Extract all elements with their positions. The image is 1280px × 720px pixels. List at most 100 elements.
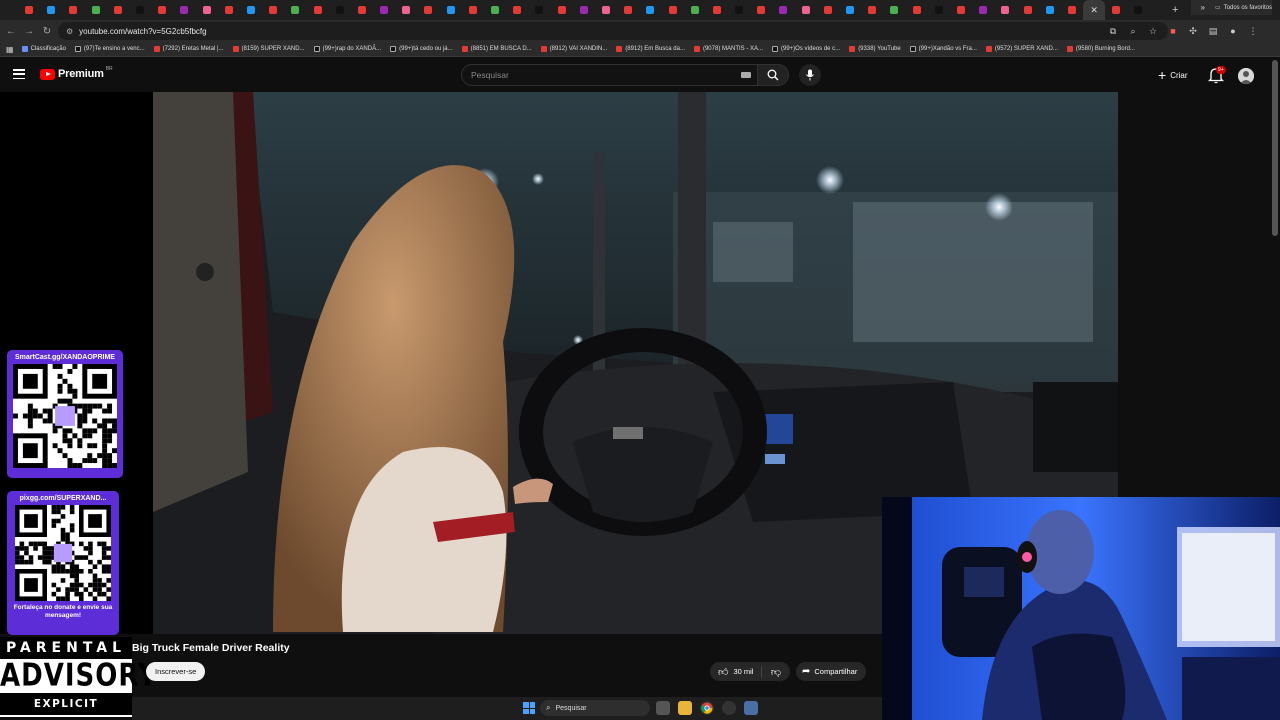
browser-tab[interactable] xyxy=(573,0,595,20)
bookmark-item[interactable]: (99+)Os vídeos de c... xyxy=(771,46,840,52)
windows-start-icon[interactable] xyxy=(523,702,535,714)
bookmark-item[interactable]: (99+)Xandão vs Fra... xyxy=(909,46,977,52)
browser-tab[interactable] xyxy=(950,0,972,20)
avatar[interactable] xyxy=(1238,68,1254,84)
browser-tab[interactable] xyxy=(817,0,839,20)
browser-tab[interactable] xyxy=(595,0,617,20)
youtube-logo[interactable]: Premium BR xyxy=(40,66,113,80)
bookmark-item[interactable]: (8851) EM BUSCA D... xyxy=(461,46,532,52)
site-info-icon[interactable]: ⚙ xyxy=(66,27,73,36)
create-button[interactable]: + Criar xyxy=(1154,66,1192,84)
menu-icon[interactable] xyxy=(13,69,25,79)
split-view-icon[interactable]: ▤ xyxy=(1206,24,1220,38)
bookmark-item[interactable]: (99+)rap do XANDÃ... xyxy=(313,46,381,52)
bookmark-item[interactable]: (8912) Em Busca da... xyxy=(616,46,685,52)
browser-tab[interactable] xyxy=(262,0,284,20)
task-view-icon[interactable] xyxy=(656,701,670,715)
share-button[interactable]: ➦ Compartilhar xyxy=(796,662,867,681)
browser-tab[interactable] xyxy=(129,0,151,20)
search-button[interactable] xyxy=(757,64,789,86)
forward-button[interactable]: → xyxy=(20,22,38,40)
browser-tab[interactable] xyxy=(395,0,417,20)
bookmark-item[interactable]: (9078) MANTIS - XA... xyxy=(693,46,763,52)
bookmark-item[interactable]: (8159) SUPER XAND... xyxy=(232,46,305,52)
bookmark-item[interactable]: Classificação xyxy=(21,46,66,52)
app-icon[interactable] xyxy=(722,701,736,715)
browser-tab[interactable] xyxy=(240,0,262,20)
browser-tab[interactable] xyxy=(462,0,484,20)
browser-tab[interactable] xyxy=(173,0,195,20)
browser-tab[interactable] xyxy=(772,0,794,20)
bookmark-item[interactable]: (99+)tá cedo ou já... xyxy=(390,46,453,52)
browser-tab[interactable] xyxy=(551,0,573,20)
address-bar[interactable]: ⚙ youtube.com/watch?v=5G2cb5fbcfg xyxy=(58,22,1168,40)
apps-grid-icon[interactable]: ▦ xyxy=(6,45,14,54)
browser-tab[interactable] xyxy=(928,0,950,20)
all-bookmarks-button[interactable]: » ▭ Todos os favoritos xyxy=(1190,0,1272,15)
like-button[interactable]: 👍︎ 30 mil xyxy=(710,665,762,678)
bookmark-item[interactable]: (9580) Burning Bord... xyxy=(1066,46,1135,52)
browser-tab[interactable] xyxy=(484,0,506,20)
voice-search-button[interactable] xyxy=(799,64,821,86)
browser-tab[interactable] xyxy=(906,0,928,20)
install-app-icon[interactable]: ⧉ xyxy=(1106,24,1120,38)
settings-gear-icon[interactable] xyxy=(744,701,758,715)
browser-tab[interactable] xyxy=(18,0,40,20)
taskbar-search[interactable]: ⌕ Pesquisar xyxy=(540,700,650,716)
browser-tab[interactable] xyxy=(417,0,439,20)
zoom-icon[interactable]: ⌕ xyxy=(1126,24,1140,38)
browser-tab[interactable] xyxy=(1061,0,1083,20)
chrome-icon[interactable] xyxy=(700,701,714,715)
browser-tab[interactable] xyxy=(218,0,240,20)
browser-tab[interactable] xyxy=(351,0,373,20)
browser-tab[interactable] xyxy=(1016,0,1038,20)
browser-tab[interactable] xyxy=(728,0,750,20)
browser-tab[interactable] xyxy=(972,0,994,20)
profile-avatar-icon[interactable]: ● xyxy=(1226,24,1240,38)
dislike-button[interactable]: 👎︎ xyxy=(762,666,790,678)
browser-tab[interactable] xyxy=(107,0,129,20)
browser-tab[interactable] xyxy=(1127,0,1149,20)
bookmark-item[interactable]: (7292) Eretas Metal |... xyxy=(153,46,224,52)
extensions-puzzle-icon[interactable]: ✣ xyxy=(1186,24,1200,38)
browser-tab[interactable] xyxy=(62,0,84,20)
browser-tab[interactable]: ✕ xyxy=(1083,0,1106,20)
browser-tab[interactable] xyxy=(40,0,62,20)
browser-tab[interactable] xyxy=(528,0,550,20)
browser-tab[interactable] xyxy=(196,0,218,20)
new-tab-button[interactable]: + xyxy=(1172,0,1178,20)
bookmark-item[interactable]: (9572) SUPER XAND... xyxy=(985,46,1058,52)
file-explorer-icon[interactable] xyxy=(678,701,692,715)
browser-tab[interactable] xyxy=(706,0,728,20)
browser-tab[interactable] xyxy=(1039,0,1061,20)
browser-tab[interactable] xyxy=(750,0,772,20)
keyboard-icon[interactable] xyxy=(741,72,751,78)
browser-tab[interactable] xyxy=(306,0,328,20)
browser-tab[interactable] xyxy=(684,0,706,20)
back-button[interactable]: ← xyxy=(2,22,20,40)
browser-tab[interactable] xyxy=(994,0,1016,20)
subscribe-button[interactable]: Inscrever-se xyxy=(146,662,206,681)
browser-tab[interactable] xyxy=(639,0,661,20)
browser-tab[interactable] xyxy=(506,0,528,20)
bookmark-item[interactable]: (97)Te ensino a venc... xyxy=(74,46,145,52)
browser-tab[interactable] xyxy=(373,0,395,20)
browser-tab[interactable] xyxy=(661,0,683,20)
browser-tab[interactable] xyxy=(284,0,306,20)
extension-icon[interactable]: ■ xyxy=(1166,24,1180,38)
browser-tab[interactable] xyxy=(795,0,817,20)
browser-menu-icon[interactable]: ⋮ xyxy=(1246,24,1260,38)
browser-tab[interactable] xyxy=(85,0,107,20)
bookmark-item[interactable]: (8912) VAI XANDIN... xyxy=(540,46,607,52)
browser-tab[interactable] xyxy=(1105,0,1127,20)
browser-tab[interactable] xyxy=(617,0,639,20)
bookmark-star-icon[interactable]: ☆ xyxy=(1146,24,1160,38)
search-input[interactable]: Pesquisar xyxy=(461,64,758,86)
close-tab-icon[interactable]: ✕ xyxy=(1090,5,1098,16)
browser-tab[interactable] xyxy=(883,0,905,20)
page-scrollbar[interactable] xyxy=(1272,60,1278,236)
browser-tab[interactable] xyxy=(151,0,173,20)
browser-tab[interactable] xyxy=(440,0,462,20)
reload-button[interactable]: ↻ xyxy=(38,22,56,40)
browser-tab[interactable] xyxy=(861,0,883,20)
